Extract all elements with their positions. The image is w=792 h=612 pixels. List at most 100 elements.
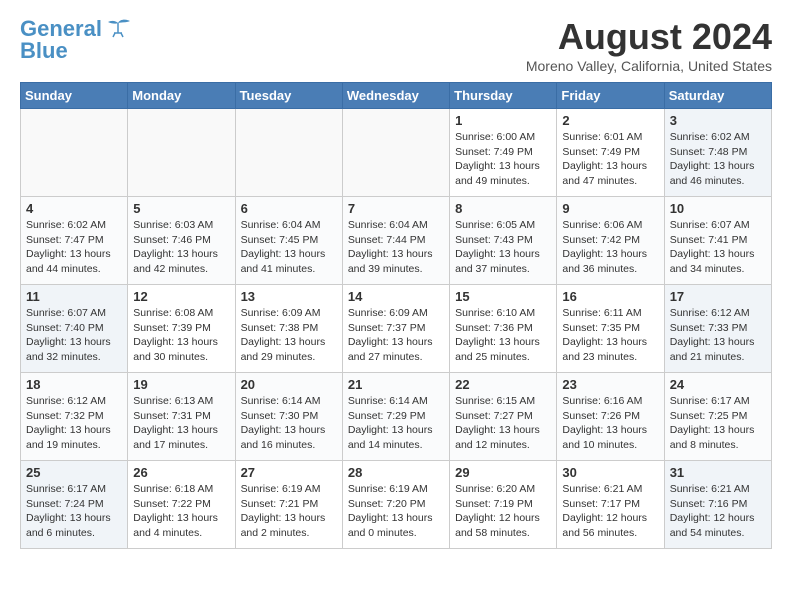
day-info: Sunrise: 6:09 AM Sunset: 7:38 PM Dayligh… (241, 306, 337, 365)
calendar-cell: 24 Sunrise: 6:17 AM Sunset: 7:25 PM Dayli… (664, 373, 771, 461)
day-info: Sunrise: 6:18 AM Sunset: 7:22 PM Dayligh… (133, 482, 229, 541)
day-info: Sunrise: 6:01 AM Sunset: 7:49 PM Dayligh… (562, 130, 658, 189)
day-number: 19 (133, 377, 229, 392)
day-number: 7 (348, 201, 444, 216)
weekday-header-friday: Friday (557, 83, 664, 109)
day-info: Sunrise: 6:06 AM Sunset: 7:42 PM Dayligh… (562, 218, 658, 277)
day-info: Sunrise: 6:07 AM Sunset: 7:41 PM Dayligh… (670, 218, 766, 277)
day-info: Sunrise: 6:07 AM Sunset: 7:40 PM Dayligh… (26, 306, 122, 365)
calendar-cell: 29 Sunrise: 6:20 AM Sunset: 7:19 PM Dayli… (450, 461, 557, 549)
weekday-header-wednesday: Wednesday (342, 83, 449, 109)
calendar-cell: 16 Sunrise: 6:11 AM Sunset: 7:35 PM Dayli… (557, 285, 664, 373)
day-info: Sunrise: 6:10 AM Sunset: 7:36 PM Dayligh… (455, 306, 551, 365)
calendar-cell: 2 Sunrise: 6:01 AM Sunset: 7:49 PM Daylig… (557, 109, 664, 197)
day-number: 26 (133, 465, 229, 480)
calendar-cell: 31Sunrise: 6:21 AM Sunset: 7:16 PM Dayli… (664, 461, 771, 549)
calendar-cell (235, 109, 342, 197)
day-info: Sunrise: 6:15 AM Sunset: 7:27 PM Dayligh… (455, 394, 551, 453)
day-info: Sunrise: 6:12 AM Sunset: 7:33 PM Dayligh… (670, 306, 766, 365)
day-number: 21 (348, 377, 444, 392)
day-info: Sunrise: 6:08 AM Sunset: 7:39 PM Dayligh… (133, 306, 229, 365)
calendar-cell: 11 Sunrise: 6:07 AM Sunset: 7:40 PM Dayli… (21, 285, 128, 373)
day-info: Sunrise: 6:21 AM Sunset: 7:17 PM Dayligh… (562, 482, 658, 541)
weekday-header-saturday: Saturday (664, 83, 771, 109)
day-info: Sunrise: 6:20 AM Sunset: 7:19 PM Dayligh… (455, 482, 551, 541)
day-info: Sunrise: 6:14 AM Sunset: 7:30 PM Dayligh… (241, 394, 337, 453)
day-number: 4 (26, 201, 122, 216)
day-info: Sunrise: 6:13 AM Sunset: 7:31 PM Dayligh… (133, 394, 229, 453)
calendar-cell: 6 Sunrise: 6:04 AM Sunset: 7:45 PM Daylig… (235, 197, 342, 285)
day-number: 11 (26, 289, 122, 304)
day-info: Sunrise: 6:17 AM Sunset: 7:24 PM Dayligh… (26, 482, 122, 541)
logo-bird-icon (104, 19, 132, 39)
calendar-cell: 4Sunrise: 6:02 AM Sunset: 7:47 PM Daylig… (21, 197, 128, 285)
day-number: 28 (348, 465, 444, 480)
day-number: 22 (455, 377, 551, 392)
day-number: 23 (562, 377, 658, 392)
weekday-header-thursday: Thursday (450, 83, 557, 109)
calendar-cell: 19 Sunrise: 6:13 AM Sunset: 7:31 PM Dayli… (128, 373, 235, 461)
calendar-cell: 7 Sunrise: 6:04 AM Sunset: 7:44 PM Daylig… (342, 197, 449, 285)
calendar-cell: 9 Sunrise: 6:06 AM Sunset: 7:42 PM Daylig… (557, 197, 664, 285)
calendar-cell (21, 109, 128, 197)
calendar-cell: 28 Sunrise: 6:19 AM Sunset: 7:20 PM Dayli… (342, 461, 449, 549)
day-number: 3 (670, 113, 766, 128)
day-info: Sunrise: 6:04 AM Sunset: 7:45 PM Dayligh… (241, 218, 337, 277)
day-number: 9 (562, 201, 658, 216)
calendar-cell: 22 Sunrise: 6:15 AM Sunset: 7:27 PM Dayli… (450, 373, 557, 461)
day-number: 6 (241, 201, 337, 216)
day-info: Sunrise: 6:04 AM Sunset: 7:44 PM Dayligh… (348, 218, 444, 277)
calendar-cell: 26 Sunrise: 6:18 AM Sunset: 7:22 PM Dayli… (128, 461, 235, 549)
calendar-week-3: 11 Sunrise: 6:07 AM Sunset: 7:40 PM Dayli… (21, 285, 772, 373)
calendar-cell: 21Sunrise: 6:14 AM Sunset: 7:29 PM Dayli… (342, 373, 449, 461)
day-number: 25 (26, 465, 122, 480)
calendar-cell: 8Sunrise: 6:05 AM Sunset: 7:43 PM Daylig… (450, 197, 557, 285)
day-number: 8 (455, 201, 551, 216)
day-number: 16 (562, 289, 658, 304)
day-number: 18 (26, 377, 122, 392)
day-info: Sunrise: 6:11 AM Sunset: 7:35 PM Dayligh… (562, 306, 658, 365)
calendar-cell: 25 Sunrise: 6:17 AM Sunset: 7:24 PM Dayli… (21, 461, 128, 549)
calendar-week-2: 4Sunrise: 6:02 AM Sunset: 7:47 PM Daylig… (21, 197, 772, 285)
calendar-week-1: 1Sunrise: 6:00 AM Sunset: 7:49 PM Daylig… (21, 109, 772, 197)
day-info: Sunrise: 6:17 AM Sunset: 7:25 PM Dayligh… (670, 394, 766, 453)
header: General Blue August 2024 Moreno Valley, … (20, 16, 772, 74)
calendar-cell: 1Sunrise: 6:00 AM Sunset: 7:49 PM Daylig… (450, 109, 557, 197)
calendar-cell: 17 Sunrise: 6:12 AM Sunset: 7:33 PM Dayli… (664, 285, 771, 373)
day-number: 24 (670, 377, 766, 392)
day-info: Sunrise: 6:09 AM Sunset: 7:37 PM Dayligh… (348, 306, 444, 365)
weekday-header-row: SundayMondayTuesdayWednesdayThursdayFrid… (21, 83, 772, 109)
title-area: August 2024 Moreno Valley, California, U… (526, 16, 772, 74)
calendar-cell: 10 Sunrise: 6:07 AM Sunset: 7:41 PM Dayli… (664, 197, 771, 285)
day-number: 29 (455, 465, 551, 480)
day-info: Sunrise: 6:21 AM Sunset: 7:16 PM Dayligh… (670, 482, 766, 541)
day-number: 15 (455, 289, 551, 304)
day-number: 2 (562, 113, 658, 128)
calendar-cell: 23Sunrise: 6:16 AM Sunset: 7:26 PM Dayli… (557, 373, 664, 461)
day-info: Sunrise: 6:19 AM Sunset: 7:20 PM Dayligh… (348, 482, 444, 541)
day-number: 27 (241, 465, 337, 480)
calendar-cell (128, 109, 235, 197)
calendar: SundayMondayTuesdayWednesdayThursdayFrid… (20, 82, 772, 549)
day-number: 14 (348, 289, 444, 304)
weekday-header-monday: Monday (128, 83, 235, 109)
calendar-week-5: 25 Sunrise: 6:17 AM Sunset: 7:24 PM Dayli… (21, 461, 772, 549)
day-info: Sunrise: 6:19 AM Sunset: 7:21 PM Dayligh… (241, 482, 337, 541)
day-info: Sunrise: 6:12 AM Sunset: 7:32 PM Dayligh… (26, 394, 122, 453)
calendar-cell: 3Sunrise: 6:02 AM Sunset: 7:48 PM Daylig… (664, 109, 771, 197)
calendar-cell: 20Sunrise: 6:14 AM Sunset: 7:30 PM Dayli… (235, 373, 342, 461)
day-info: Sunrise: 6:00 AM Sunset: 7:49 PM Dayligh… (455, 130, 551, 189)
day-number: 17 (670, 289, 766, 304)
logo: General Blue (20, 16, 132, 64)
day-number: 5 (133, 201, 229, 216)
logo-text-blue: Blue (20, 38, 68, 64)
day-number: 13 (241, 289, 337, 304)
weekday-header-tuesday: Tuesday (235, 83, 342, 109)
day-number: 12 (133, 289, 229, 304)
calendar-cell: 30Sunrise: 6:21 AM Sunset: 7:17 PM Dayli… (557, 461, 664, 549)
day-info: Sunrise: 6:03 AM Sunset: 7:46 PM Dayligh… (133, 218, 229, 277)
calendar-cell: 27 Sunrise: 6:19 AM Sunset: 7:21 PM Dayli… (235, 461, 342, 549)
calendar-cell: 12 Sunrise: 6:08 AM Sunset: 7:39 PM Dayli… (128, 285, 235, 373)
calendar-week-4: 18 Sunrise: 6:12 AM Sunset: 7:32 PM Dayli… (21, 373, 772, 461)
day-number: 10 (670, 201, 766, 216)
